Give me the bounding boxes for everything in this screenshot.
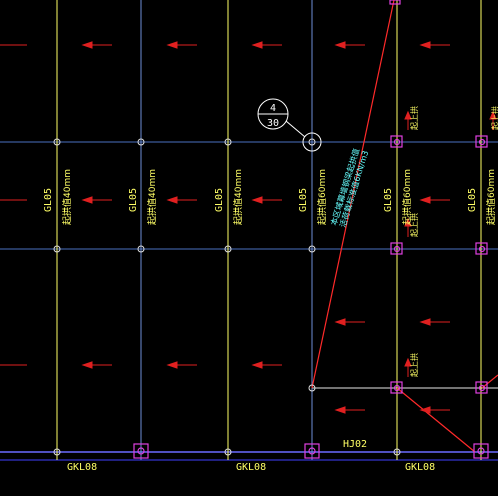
lift-label: 起上拱 — [409, 353, 419, 377]
camber-label: 起拱值40mm — [61, 169, 73, 225]
rebar-arrow — [419, 41, 450, 49]
rebar-arrow — [81, 196, 112, 204]
beam-label-gl05: GL05 — [467, 188, 478, 212]
rebar-arrow — [166, 361, 197, 369]
rebar-arrow — [251, 41, 282, 49]
beam-label-hj02: HJ02 — [343, 439, 367, 450]
beam-label-gl05: GL05 — [128, 188, 139, 212]
beam-label-gl05: GL05 — [383, 188, 394, 212]
horizontal-grid-lines — [0, 141, 498, 461]
beam-label-gl05: GL05 — [214, 188, 225, 212]
rebar-arrow — [419, 406, 450, 414]
rebar-arrows — [0, 41, 450, 414]
rebar-arrow — [251, 361, 282, 369]
cad-drawing-canvas[interactable]: 4 30 GL05 GL05 GL05 GL05 GL05 GL05 起拱值40… — [0, 0, 498, 496]
beam-label-gkl08: GKL08 — [67, 462, 97, 473]
lift-label: 起上拱 — [409, 213, 419, 237]
lift-arrows — [404, 110, 497, 377]
detail-callout-sheet: 30 — [267, 118, 279, 129]
rebar-arrow — [419, 196, 450, 204]
beam-label-gl05: GL05 — [43, 188, 54, 212]
lift-label: 起上拱 — [490, 106, 498, 130]
detail-callout-number: 4 — [270, 103, 276, 114]
detail-callout: 4 30 — [257, 98, 306, 138]
camber-label: 起拱值60mm — [316, 169, 328, 225]
diagonal-note: 本区域幕墙钢梁起拱值 活荷载标准值6KN/m3 — [328, 147, 370, 228]
rebar-arrow — [81, 361, 112, 369]
column-marker — [389, 0, 401, 5]
rebar-arrow — [334, 318, 365, 326]
rebar-arrow — [251, 196, 282, 204]
bottom-labels: GKL08 GKL08 GKL08 HJ02 — [67, 439, 435, 473]
structural-plan-drawing: 4 30 GL05 GL05 GL05 GL05 GL05 GL05 起拱值40… — [0, 0, 498, 473]
rebar-arrow — [334, 41, 365, 49]
beam-label-gkl08: GKL08 — [405, 462, 435, 473]
column-markers — [133, 0, 489, 459]
rebar-arrow — [419, 318, 450, 326]
beam-label-gkl08: GKL08 — [236, 462, 266, 473]
camber-label: 起拱值60mm — [485, 169, 497, 225]
camber-label: 起拱值40mm — [232, 169, 244, 225]
beam-label-gl05: GL05 — [298, 188, 309, 212]
rebar-arrow — [81, 41, 112, 49]
diagonal-line-lower — [396, 387, 476, 453]
lift-label: 起上拱 — [409, 106, 419, 130]
camber-label: 起拱值40mm — [146, 169, 158, 225]
rebar-arrow — [166, 41, 197, 49]
camber-labels: 起拱值40mm 起拱值40mm 起拱值40mm 起拱值60mm 起拱值60mm … — [61, 169, 497, 225]
rebar-arrow — [166, 196, 197, 204]
